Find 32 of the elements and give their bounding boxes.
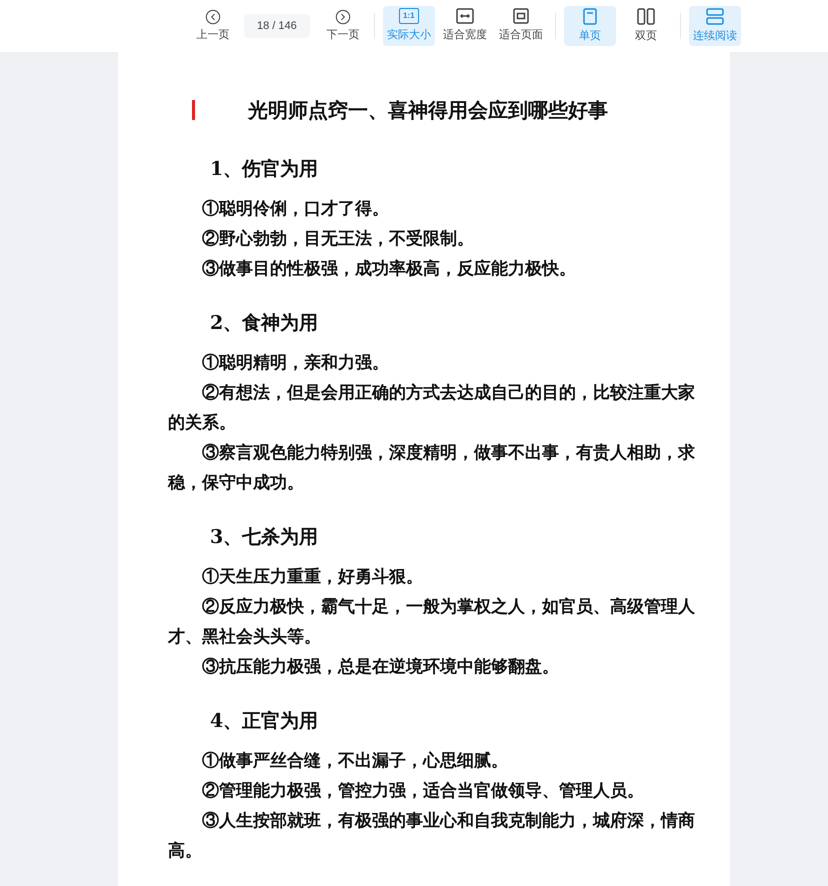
continuous-scroll-icon xyxy=(706,8,724,25)
actual-size-icon: 1:1 xyxy=(398,8,419,24)
paragraph: ①做事严丝合缝，不出漏子，心思细腻。 xyxy=(201,750,509,773)
paragraph: ①聪明精明，亲和力强。 xyxy=(201,352,390,375)
paragraph: ③人生按部就班，有极强的事业心和自我克制能力，城府深，情商高。 xyxy=(168,810,696,863)
view-mode-button[interactable]: 双页 xyxy=(620,6,672,46)
previous-icon xyxy=(205,8,221,25)
paragraph: ②野心勃勃，目无王法，不受限制。 xyxy=(201,228,475,251)
fit-page-icon xyxy=(512,8,529,24)
paragraph: ①聪明伶俐，口才了得。 xyxy=(201,198,390,221)
paragraph: ②有想法，但是会用正确的方式去达成自己的目的，比较注重大家的关系。 xyxy=(168,382,696,435)
single-page-icon xyxy=(582,8,597,25)
document-title: 光明师点窍一、喜神得用会应到哪些好事 xyxy=(248,97,608,124)
paragraph: ③察言观色能力特别强，深度精明，做事不出事，有贵人相助，求稳，保守中成功。 xyxy=(168,442,696,495)
page-indicator[interactable]: 18 / 146 xyxy=(244,14,310,38)
fit-width-icon xyxy=(456,8,474,24)
double-page-icon xyxy=(636,8,655,25)
next-page-button[interactable]: 下一页 xyxy=(320,8,366,44)
paragraph: ②管理能力极强，管控力强，适合当官做领导、管理人员。 xyxy=(201,780,645,803)
view-mode-button[interactable]: 适合页面 xyxy=(494,6,547,46)
next-icon xyxy=(334,8,351,25)
previous-page-button[interactable]: 上一页 xyxy=(190,8,236,44)
section-heading: 4、正官为用 xyxy=(210,709,320,734)
paragraph: ②反应力极快，霸气十足，一般为掌权之人，如官员、高级管理人才、黑社会头头等。 xyxy=(168,596,696,649)
view-mode-button[interactable]: 适合宽度 xyxy=(438,6,491,46)
paragraph: ③抗压能力极强，总是在逆境环境中能够翻盘。 xyxy=(201,656,560,679)
section-heading: 3、七杀为用 xyxy=(210,525,320,550)
paragraph: ③做事目的性极强，成功率极高，反应能力极快。 xyxy=(201,258,577,281)
section-heading: 1、伤官为用 xyxy=(210,157,320,182)
section-heading: 2、食神为用 xyxy=(210,311,320,336)
paragraph: ①天生压力重重，好勇斗狠。 xyxy=(201,566,424,589)
title-marker xyxy=(192,100,195,120)
